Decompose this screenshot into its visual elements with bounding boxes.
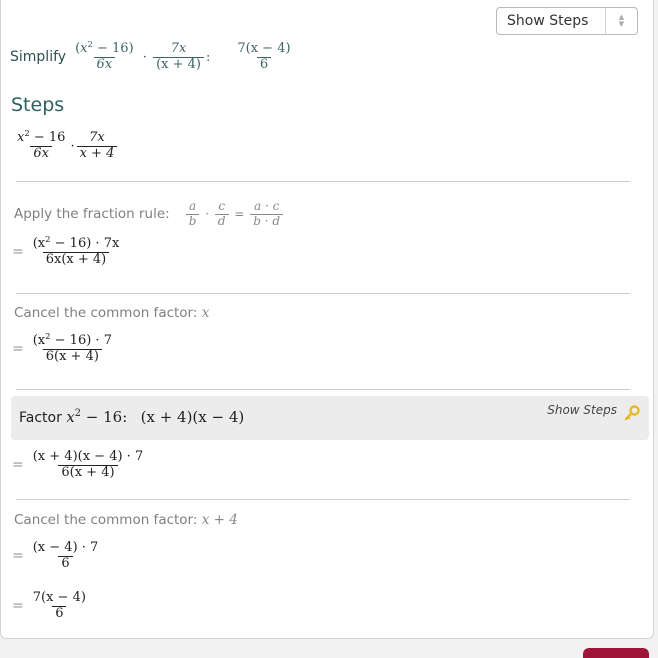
step-1-result: = (x2 − 16) · 7x 6x(x + 4): [12, 233, 120, 267]
steps-heading: Steps: [11, 94, 65, 116]
fraction-rule: ab · cd = a · cb · d: [184, 199, 285, 229]
step-1-description: Apply the fraction rule: ab · cd = a · c…: [14, 199, 285, 229]
show-steps-link[interactable]: Show Steps: [547, 403, 617, 417]
step-divider: [16, 499, 630, 500]
step-3-result: = (x + 4)(x − 4) · 7 6(x + 4): [12, 449, 144, 480]
select-value: Show Steps: [507, 13, 589, 29]
key-icon[interactable]: [624, 405, 640, 421]
problem-expression: (x2 − 16) 6x · 7x (x + 4) :: [70, 38, 210, 73]
step-2-result: = (x2 − 16) · 7 6(x + 4): [12, 330, 112, 364]
problem-answer: 7(x − 4) 6: [237, 41, 291, 72]
problem-fraction-1: (x2 − 16) 6x: [75, 38, 134, 72]
factor-step-text: Factor x2 − 16: (x + 4)(x − 4): [19, 408, 245, 426]
simplify-label: Simplify: [10, 49, 67, 66]
factor-step: Factor x2 − 16: (x + 4)(x − 4) Show Step…: [11, 396, 649, 440]
show-steps-select[interactable]: Show Steps ▲ ▼: [496, 7, 638, 35]
step-2-description: Cancel the common factor: x: [14, 305, 210, 321]
select-arrows-icon: ▲ ▼: [605, 8, 637, 34]
initial-expression: x2 − 16 6x · 7x x + 4: [12, 129, 119, 162]
final-result: = 7(x − 4) 6: [12, 590, 86, 621]
step-4-result: = (x − 4) · 7 6: [12, 540, 99, 571]
step-divider: [16, 293, 630, 294]
problem-statement: Simplify (x2 − 16) 6x · 7x (x + 4) : 7(x…: [10, 38, 296, 73]
step-4-description: Cancel the common factor: x + 4: [14, 512, 238, 528]
step-divider: [16, 389, 630, 390]
bottom-action-button[interactable]: [583, 648, 649, 658]
step-divider: [16, 181, 630, 182]
problem-fraction-2: 7x (x + 4): [153, 41, 204, 73]
